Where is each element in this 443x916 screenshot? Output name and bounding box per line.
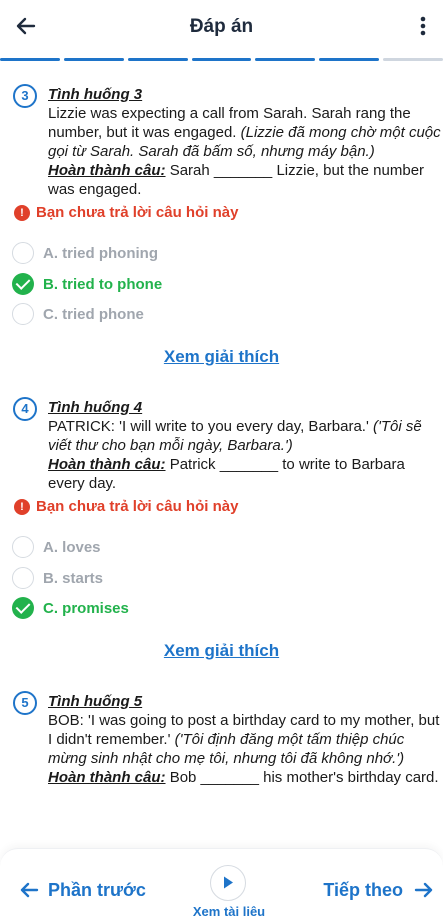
question-body: BOB: 'I was going to post a birthday car…: [48, 711, 443, 787]
question-body: Lizzie was expecting a call from Sarah. …: [48, 104, 443, 199]
progress-segment: [319, 58, 380, 61]
complete-label: Hoàn thành câu:: [48, 162, 166, 179]
question-number-badge: 3: [13, 84, 37, 108]
question-title: Tình huống 4: [48, 399, 143, 416]
play-icon[interactable]: [210, 865, 246, 901]
check-icon: [12, 273, 34, 295]
question-title: Tình huống 5: [48, 693, 143, 710]
radio-unchecked-icon: [12, 567, 34, 589]
previous-label: Phần trước: [48, 879, 146, 900]
option-label: C. promises: [43, 599, 129, 617]
progress-segment: [255, 58, 316, 61]
next-button[interactable]: Tiếp theo: [323, 879, 435, 901]
question-text: PATRICK: 'I will write to you every day,…: [48, 418, 369, 435]
arrow-left-icon: [18, 879, 40, 901]
view-explanation-link[interactable]: Xem giải thích: [0, 347, 443, 367]
previous-button[interactable]: Phần trước: [18, 879, 146, 901]
option-b[interactable]: B. starts: [12, 567, 103, 589]
option-c[interactable]: C. tried phone: [12, 303, 144, 325]
option-label: B. starts: [43, 569, 104, 587]
progress-segment: [127, 58, 188, 61]
option-a[interactable]: A. loves: [12, 536, 101, 558]
progress-segment: [383, 58, 443, 61]
warning-icon: !: [14, 498, 30, 515]
question-title: Tình huống 3: [48, 86, 143, 103]
question-body: PATRICK: 'I will write to you every day,…: [48, 417, 443, 493]
radio-unchecked-icon: [12, 536, 34, 558]
unanswered-warning: ! Bạn chưa trả lời câu hỏi này: [14, 498, 238, 515]
check-icon: [12, 597, 34, 619]
radio-unchecked-icon: [12, 303, 34, 325]
app-header: Đáp án: [0, 0, 443, 58]
view-explanation-link[interactable]: Xem giải thích: [0, 641, 443, 661]
radio-unchecked-icon: [12, 242, 34, 264]
option-label: C. tried phone: [43, 305, 144, 323]
option-c[interactable]: C. promises: [12, 597, 129, 619]
question-number-badge: 4: [13, 397, 37, 421]
unanswered-warning: ! Bạn chưa trả lời câu hỏi này: [14, 204, 238, 221]
option-a[interactable]: A. tried phoning: [12, 242, 158, 264]
option-b[interactable]: B. tried to phone: [12, 273, 162, 295]
option-label: A. loves: [43, 538, 101, 556]
option-label: A. tried phoning: [43, 244, 158, 262]
progress-segment: [63, 58, 124, 61]
progress-bar: [0, 58, 443, 64]
warning-text: Bạn chưa trả lời câu hỏi này: [36, 204, 239, 221]
complete-label: Hoàn thành câu:: [48, 769, 166, 786]
warning-text: Bạn chưa trả lời câu hỏi này: [36, 498, 239, 515]
bottom-navigation: Phần trước Xem tài liệu Tiếp theo: [0, 848, 443, 916]
progress-segment: [191, 58, 252, 61]
progress-segment: [0, 58, 60, 61]
next-label: Tiếp theo: [323, 879, 403, 900]
warning-icon: !: [14, 204, 30, 221]
page-title: Đáp án: [189, 16, 254, 37]
view-material-label[interactable]: Xem tài liệu: [0, 904, 443, 916]
more-vertical-icon[interactable]: [413, 12, 433, 40]
option-label: B. tried to phone: [43, 275, 163, 293]
complete-label: Hoàn thành câu:: [48, 456, 166, 473]
complete-sentence: Bob _______ his mother's birthday card.: [169, 769, 439, 786]
question-number-badge: 5: [13, 691, 37, 715]
arrow-right-icon: [413, 879, 435, 901]
